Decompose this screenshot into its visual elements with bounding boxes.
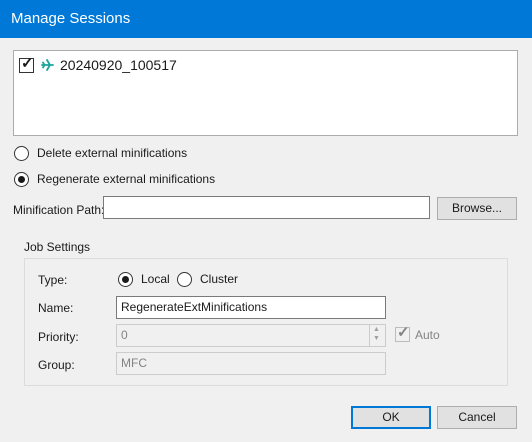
regenerate-external-minifications-option[interactable]: Regenerate external minifications bbox=[14, 171, 215, 187]
spin-down-icon[interactable]: ▼ bbox=[373, 335, 380, 342]
list-item[interactable]: ✓ 20240920_100517 bbox=[19, 54, 177, 74]
name-label: Name: bbox=[38, 301, 74, 315]
title-bar: Manage Sessions bbox=[0, 0, 532, 38]
regenerate-label: Regenerate external minifications bbox=[37, 172, 216, 186]
type-label: Type: bbox=[38, 273, 68, 287]
local-label: Local bbox=[141, 272, 170, 286]
delete-external-minifications-option[interactable]: Delete external minifications bbox=[14, 145, 187, 161]
priority-input[interactable]: 0 bbox=[116, 324, 386, 347]
check-icon: ✓ bbox=[21, 54, 34, 72]
delete-label: Delete external minifications bbox=[37, 146, 188, 160]
session-list[interactable]: ✓ 20240920_100517 bbox=[13, 50, 518, 136]
auto-checkbox[interactable]: ✓ bbox=[395, 324, 410, 342]
minification-path-label: Minification Path: bbox=[13, 203, 105, 217]
regenerate-radio[interactable] bbox=[14, 171, 29, 187]
group-label: Group: bbox=[38, 358, 75, 372]
cancel-button[interactable]: Cancel bbox=[437, 406, 517, 429]
session-name: 20240920_100517 bbox=[60, 57, 177, 73]
browse-button[interactable]: Browse... bbox=[437, 197, 517, 220]
minification-path-input[interactable] bbox=[103, 196, 430, 219]
job-name-input[interactable]: RegenerateExtMinifications bbox=[116, 296, 386, 319]
session-checkbox[interactable]: ✓ bbox=[19, 54, 34, 73]
ok-button[interactable]: OK bbox=[351, 406, 431, 429]
job-settings-title: Job Settings bbox=[24, 240, 91, 254]
cluster-radio[interactable] bbox=[177, 271, 192, 287]
type-local-option[interactable]: Local bbox=[118, 271, 170, 287]
auto-priority-option[interactable]: ✓ Auto bbox=[395, 324, 440, 342]
local-radio[interactable] bbox=[118, 271, 133, 287]
check-icon: ✓ bbox=[397, 324, 410, 341]
session-airplane-icon bbox=[41, 59, 54, 71]
spin-up-icon[interactable]: ▲ bbox=[373, 326, 380, 333]
group-input[interactable]: MFC bbox=[116, 352, 386, 375]
auto-label: Auto bbox=[415, 327, 440, 342]
type-cluster-option[interactable]: Cluster bbox=[177, 271, 238, 287]
priority-label: Priority: bbox=[38, 330, 79, 344]
cluster-label: Cluster bbox=[200, 272, 239, 286]
delete-radio[interactable] bbox=[14, 145, 29, 161]
priority-spinner[interactable]: ▲ ▼ bbox=[369, 325, 385, 346]
